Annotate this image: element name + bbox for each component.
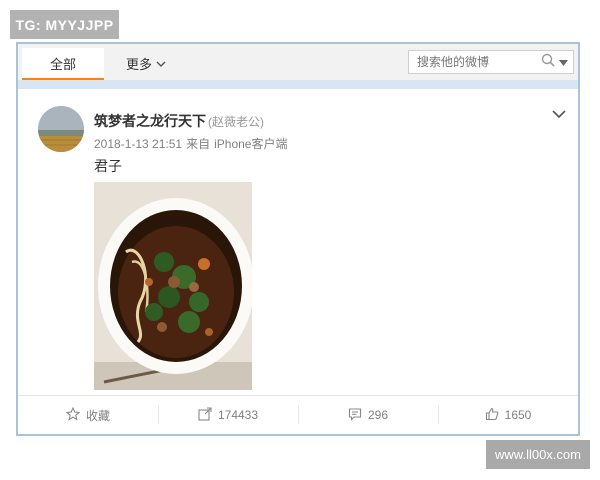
feed-tab-bar: 全部 更多 (18, 44, 578, 81)
favorite-button[interactable]: 收藏 (18, 396, 158, 434)
tab-all-label: 全部 (49, 56, 76, 72)
chevron-down-icon (156, 56, 166, 71)
weibo-post-card: 全部 更多 搜索他的微博 筑梦者之龙行天下 (赵薇老公) 2018-1-13 2… (16, 42, 580, 436)
section-divider (18, 80, 578, 89)
thumbs-up-icon (485, 407, 499, 424)
comment-icon (348, 407, 362, 424)
tab-all[interactable]: 全部 (22, 48, 104, 80)
star-icon (65, 406, 81, 424)
post-menu-chevron-icon[interactable] (552, 106, 566, 124)
search-input[interactable] (409, 55, 535, 69)
watermark-top-left: TG: MYYJJPP (10, 10, 119, 39)
post-timestamp[interactable]: 2018-1-13 21:51 (94, 137, 182, 151)
author-name[interactable]: 筑梦者之龙行天下 (94, 113, 206, 129)
comment-count: 296 (367, 408, 389, 422)
like-count: 1650 (504, 408, 532, 422)
like-button[interactable]: 1650 (438, 396, 578, 434)
comment-button[interactable]: 296 (298, 396, 438, 434)
post-meta: 2018-1-13 21:51 来自 iPhone客户端 (94, 135, 291, 152)
post-photo-noodle-bowl[interactable] (94, 182, 252, 390)
favorite-label: 收藏 (85, 408, 110, 423)
watermark-bottom-right: www.ll00x.com (486, 440, 590, 469)
repost-count: 174433 (217, 408, 259, 422)
search-icon[interactable] (541, 53, 555, 72)
post-action-bar: 收藏 174433 296 1650 (18, 395, 578, 434)
post-source-prefix: 来自 (186, 137, 211, 151)
tab-more-label: 更多 (126, 56, 153, 72)
avatar[interactable] (38, 106, 84, 152)
post-text: 君子 (94, 158, 122, 174)
post-author[interactable]: 筑梦者之龙行天下 (赵薇老公) (94, 111, 264, 131)
search-box (408, 50, 574, 74)
caret-down-icon[interactable] (559, 53, 568, 71)
post-source[interactable]: iPhone客户端 (214, 137, 287, 151)
repost-button[interactable]: 174433 (158, 396, 298, 434)
author-alias: (赵薇老公) (208, 115, 264, 129)
repost-icon (198, 406, 212, 424)
tab-more-dropdown[interactable]: 更多 (126, 48, 166, 78)
